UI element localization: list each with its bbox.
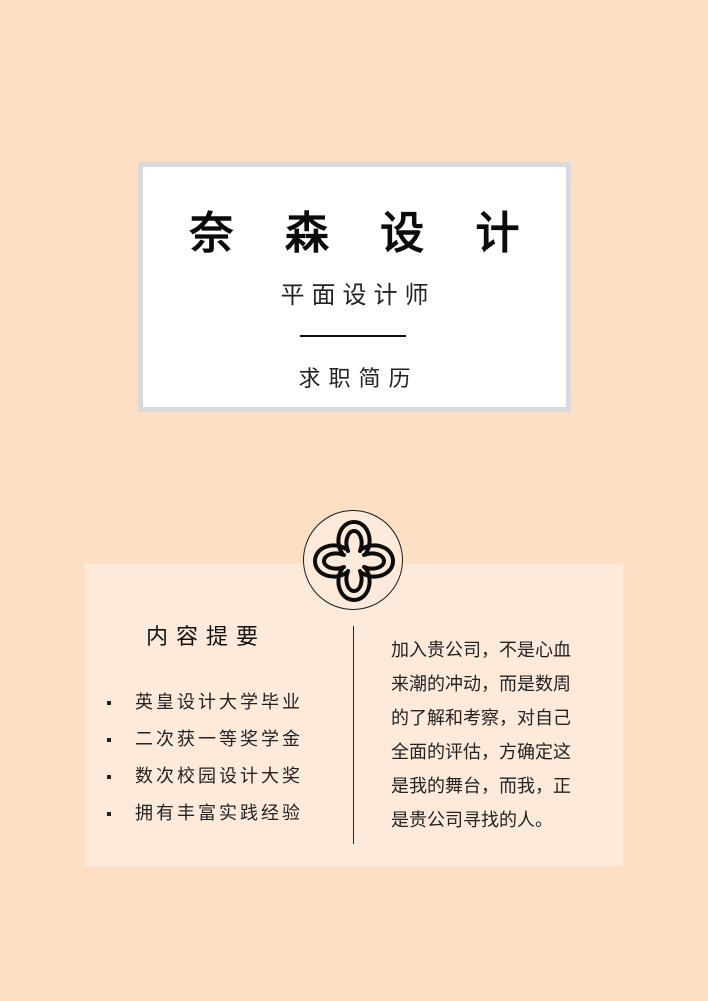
bullet-icon [107, 701, 111, 705]
highlight-text: 拥有丰富实践经验 [135, 803, 303, 824]
four-petal-flower-icon [312, 519, 396, 603]
summary-statement: 加入贵公司，不是心血 来潮的冲动，而是数周 的了解和考察，对自己 全面的评估，方… [391, 640, 571, 831]
highlight-item: 二次获一等奖学金 [107, 726, 303, 763]
title-card: 奈 森 设 计 平面设计师 求职简历 [138, 162, 571, 412]
highlight-item: 数次校园设计大奖 [107, 763, 303, 800]
company-name: 奈 森 设 计 [189, 208, 538, 259]
job-role: 平面设计师 [280, 281, 436, 309]
summary-heading: 内容提要 [146, 625, 267, 650]
title-divider [300, 335, 406, 337]
highlight-item: 英皇设计大学毕业 [107, 689, 303, 726]
column-divider [353, 626, 354, 844]
bullet-icon [107, 775, 111, 779]
bullet-icon [107, 738, 111, 742]
highlight-text: 英皇设计大学毕业 [135, 692, 303, 713]
highlight-text: 数次校园设计大奖 [135, 766, 303, 787]
logo-emblem [303, 510, 403, 610]
bullet-icon [107, 812, 111, 816]
highlight-text: 二次获一等奖学金 [135, 729, 303, 750]
highlight-item: 拥有丰富实践经验 [107, 800, 303, 837]
highlights-list: 英皇设计大学毕业 二次获一等奖学金 数次校园设计大奖 拥有丰富实践经验 [107, 689, 303, 837]
document-type: 求职简历 [298, 367, 419, 392]
